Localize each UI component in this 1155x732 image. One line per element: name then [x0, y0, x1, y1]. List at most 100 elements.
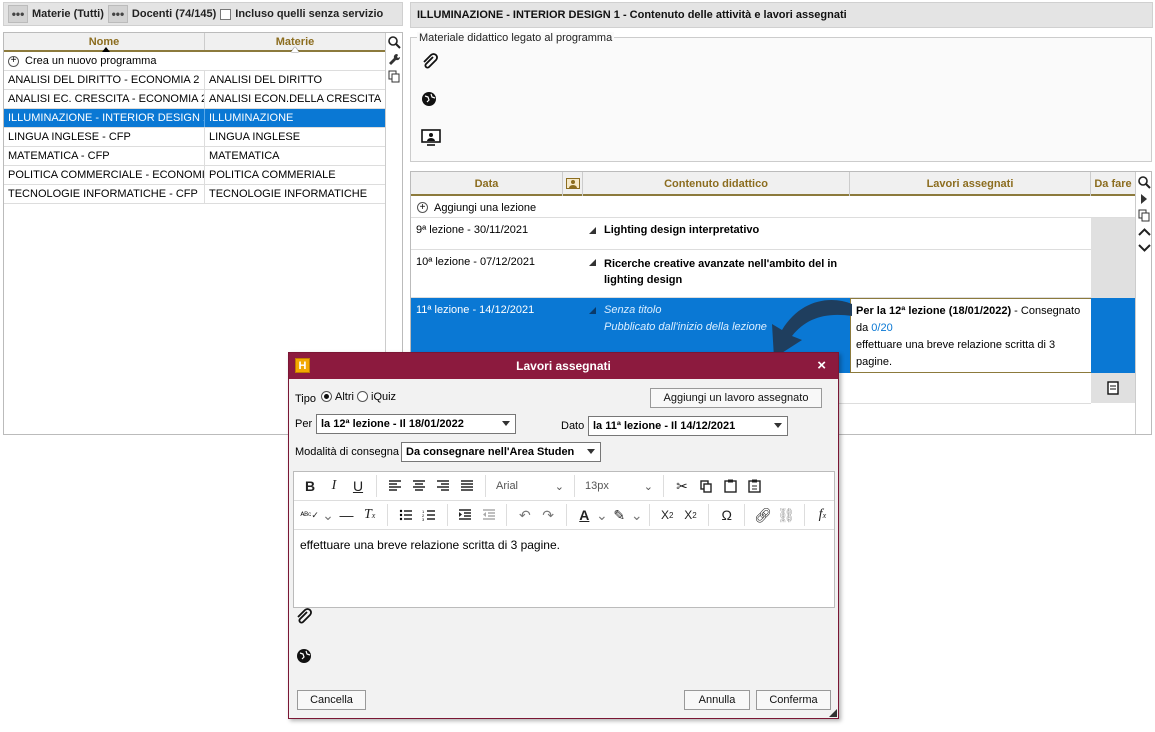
superscript-icon[interactable]: X2 — [679, 504, 702, 526]
copy-icon[interactable] — [387, 69, 401, 83]
dropdown-arrow-icon — [774, 423, 782, 428]
font-size-value: 13px — [585, 480, 609, 492]
header-student-icon[interactable] — [563, 172, 583, 196]
header-dafare[interactable]: Da fare — [1091, 172, 1135, 196]
copy-icon[interactable] — [694, 475, 718, 497]
formula-icon[interactable]: fx — [811, 504, 834, 526]
per-select[interactable]: la 12ª lezione - Il 18/01/2022 — [316, 414, 516, 434]
undo-icon[interactable]: ↶ — [513, 504, 536, 526]
highlight-icon[interactable]: ✎ — [608, 504, 631, 526]
resize-handle-icon[interactable] — [829, 709, 837, 717]
search-icon[interactable] — [1137, 176, 1151, 189]
chevron-down-icon[interactable]: ⌄ — [631, 504, 643, 526]
conferma-button[interactable]: Conferma — [756, 690, 831, 710]
table-row[interactable]: TECNOLOGIE INFORMATICHE - CFP TECNOLOGIE… — [4, 185, 385, 204]
globe-icon[interactable] — [421, 91, 437, 110]
incluso-checkbox[interactable] — [220, 8, 232, 20]
chevron-up-icon[interactable] — [1137, 226, 1151, 238]
row-materia: LINGUA INGLESE — [209, 131, 301, 143]
close-icon[interactable]: × — [817, 357, 826, 374]
redo-icon[interactable]: ↷ — [536, 504, 559, 526]
cancella-button[interactable]: Cancella — [297, 690, 366, 710]
bullet-list-icon[interactable] — [394, 504, 417, 526]
horizontal-line-icon[interactable]: — — [335, 504, 358, 526]
create-program-row[interactable]: + Crea un nuovo programma — [4, 52, 385, 71]
header-data[interactable]: Data — [411, 172, 563, 196]
lavori-dialog: H Lavori assegnati × Tipo Altri iQuiz Ag… — [288, 352, 839, 719]
align-right-icon[interactable] — [431, 475, 455, 497]
paste-text-icon[interactable] — [742, 475, 766, 497]
per-value: la 12ª lezione - Il 18/01/2022 — [321, 418, 464, 430]
header-nome[interactable]: Nome — [4, 33, 205, 52]
align-justify-icon[interactable] — [455, 475, 479, 497]
table-row[interactable]: LINGUA INGLESE - CFP LINGUA INGLESE — [4, 128, 385, 147]
table-row[interactable]: ANALISI DEL DIRITTO - ECONOMIA 2 ANALISI… — [4, 71, 385, 90]
header-materie[interactable]: Materie — [205, 33, 385, 52]
wrench-icon[interactable] — [387, 52, 401, 66]
expand-icon[interactable] — [589, 227, 596, 234]
globe-icon[interactable] — [296, 648, 312, 667]
presentation-icon[interactable] — [421, 129, 441, 150]
paperclip-icon[interactable] — [421, 53, 439, 74]
chevron-down-icon[interactable]: ⌄ — [321, 504, 335, 526]
font-family-select[interactable]: Arial ⌄ — [492, 480, 568, 493]
editor-toolbar-2: ᴬᴮᶜ✓ ⌄ — Tx 123 ↶ ↷ A ⌄ ✎ ⌄ X2 X2 Ω 🔗︎ ⛓… — [294, 501, 834, 530]
special-char-icon[interactable]: Ω — [715, 504, 738, 526]
underline-icon[interactable]: U — [346, 475, 370, 497]
radio-iquiz[interactable] — [357, 391, 368, 402]
subscript-icon[interactable]: X2 — [656, 504, 679, 526]
align-center-icon[interactable] — [407, 475, 431, 497]
lesson-row[interactable]: 9ª lezione - 30/11/2021 Lighting design … — [411, 218, 1135, 250]
per-label: Per — [295, 418, 313, 430]
header-contenuto[interactable]: Contenuto didattico — [583, 172, 850, 196]
dafare-cell[interactable] — [1091, 373, 1135, 403]
table-row[interactable]: MATEMATICA - CFP MATEMATICA — [4, 147, 385, 166]
numbered-list-icon[interactable]: 123 — [418, 504, 441, 526]
play-icon[interactable] — [1139, 193, 1149, 205]
dato-select[interactable]: la 11ª lezione - Il 14/12/2021 — [588, 416, 788, 436]
italic-icon[interactable]: I — [322, 475, 346, 497]
outdent-icon[interactable] — [477, 504, 500, 526]
add-circle-icon: + — [417, 202, 428, 213]
attach-icon[interactable] — [295, 608, 313, 629]
table-row[interactable]: ANALISI EC. CRESCITA - ECONOMIA 2 ANALIS… — [4, 90, 385, 109]
modalita-select[interactable]: Da consegnare nell'Area Studen — [401, 442, 601, 462]
material-section: Materiale didattico legato al programma — [410, 32, 1152, 162]
expand-icon[interactable] — [589, 307, 596, 314]
radio-altri[interactable] — [321, 391, 332, 402]
editor-content[interactable]: effettuare una breve relazione scritta d… — [300, 538, 560, 552]
docenti-menu-button[interactable]: ••• — [107, 5, 128, 23]
paste-icon[interactable] — [718, 475, 742, 497]
spellcheck-icon[interactable]: ᴬᴮᶜ✓ — [298, 504, 321, 526]
unlink-icon[interactable]: ⛓︎ — [775, 504, 798, 526]
text-color-icon[interactable]: A — [573, 504, 596, 526]
table-row-selected[interactable]: ILLUMINAZIONE - INTERIOR DESIGN 1 ILLUMI… — [4, 109, 385, 128]
assigned-count[interactable]: 0/20 — [871, 322, 892, 334]
clear-format-icon[interactable]: Tx — [358, 504, 381, 526]
row-materia: TECNOLOGIE INFORMATICHE — [209, 188, 368, 200]
font-size-select[interactable]: 13px ⌄ — [581, 480, 657, 493]
search-icon[interactable] — [387, 35, 401, 49]
add-lesson-row[interactable]: + Aggiungi una lezione — [411, 198, 1135, 218]
annulla-button[interactable]: Annulla — [684, 690, 750, 710]
cut-icon[interactable]: ✂ — [670, 475, 694, 497]
chevron-down-icon[interactable] — [1137, 242, 1151, 254]
align-left-icon[interactable] — [383, 475, 407, 497]
table-row[interactable]: POLITICA COMMERCIALE - ECONOMIA 2 POLITI… — [4, 166, 385, 185]
expand-icon[interactable] — [589, 259, 596, 266]
copy-icon[interactable] — [1138, 209, 1151, 222]
chevron-down-icon: ⌄ — [554, 480, 564, 493]
chevron-down-icon[interactable]: ⌄ — [596, 504, 608, 526]
materie-menu-button[interactable]: ••• — [8, 5, 28, 23]
create-program-label: Crea un nuovo programma — [25, 55, 157, 67]
altri-label: Altri — [335, 391, 354, 403]
row-materia: MATEMATICA — [209, 150, 280, 162]
row-nome: MATEMATICA - CFP — [4, 147, 205, 165]
assigned-work-card[interactable]: Per la 12ª lezione (18/01/2022) - Conseg… — [850, 298, 1093, 373]
indent-icon[interactable] — [454, 504, 477, 526]
sort-indicator-icon — [291, 47, 299, 52]
header-lavori[interactable]: Lavori assegnati — [850, 172, 1091, 196]
bold-icon[interactable]: B — [298, 475, 322, 497]
link-icon[interactable]: 🔗︎ — [751, 504, 774, 526]
add-assignment-button[interactable]: Aggiungi un lavoro assegnato — [650, 388, 822, 408]
